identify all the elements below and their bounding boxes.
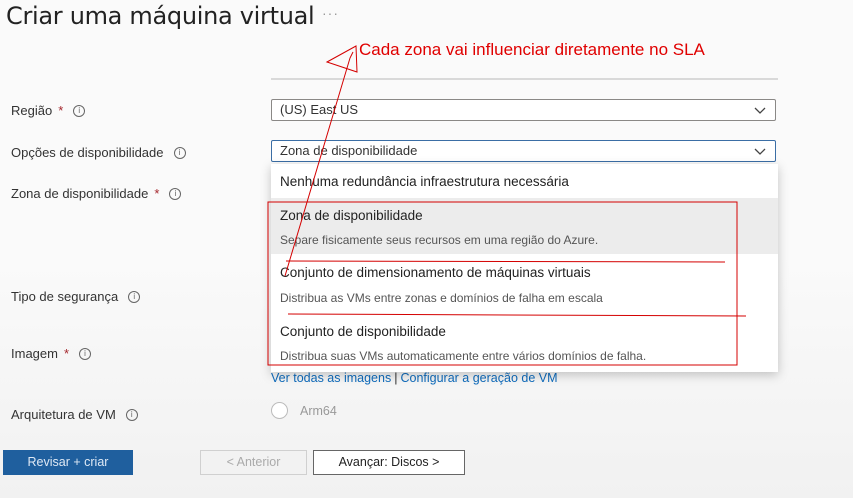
arm64-label: Arm64 bbox=[300, 404, 337, 418]
required-marker: * bbox=[63, 346, 70, 361]
field-label-zona: Zona de disponibilidade * i bbox=[11, 186, 182, 201]
info-icon[interactable]: i bbox=[73, 104, 86, 117]
required-marker: * bbox=[154, 186, 160, 201]
arrow-head bbox=[325, 45, 358, 73]
review-create-button[interactable]: Revisar + criar bbox=[3, 450, 133, 475]
info-icon[interactable]: i bbox=[173, 146, 186, 159]
chevron-down-icon bbox=[754, 107, 766, 114]
page-title: Criar uma máquina virtual bbox=[6, 2, 315, 30]
see-all-images-link[interactable]: Ver todas as imagens bbox=[271, 371, 391, 385]
info-icon[interactable]: i bbox=[125, 408, 138, 421]
link-separator: | bbox=[394, 371, 398, 385]
previous-button[interactable]: < Anterior bbox=[200, 450, 307, 475]
arm64-radio[interactable] bbox=[271, 402, 288, 419]
field-label-arquitetura: Arquitetura de VM i bbox=[11, 407, 138, 422]
section-divider bbox=[271, 78, 778, 80]
required-marker: * bbox=[58, 103, 64, 118]
dropdown-option-no-redundancy[interactable]: Nenhuma redundância infraestrutura neces… bbox=[271, 164, 778, 198]
more-options-icon[interactable]: ··· bbox=[322, 5, 339, 21]
field-label-regiao: Região * i bbox=[11, 103, 86, 118]
dropdown-option-availability-zone[interactable]: Zona de disponibilidade Separe fisicamen… bbox=[271, 198, 778, 254]
field-label-tipo-seguranca: Tipo de segurança i bbox=[11, 289, 141, 304]
info-icon[interactable]: i bbox=[79, 347, 92, 360]
region-select[interactable]: (US) East US bbox=[271, 99, 776, 121]
dropdown-option-vm-scale-set[interactable]: Conjunto de dimensionamento de máquinas … bbox=[271, 254, 778, 312]
availability-options-dropdown: Nenhuma redundância infraestrutura neces… bbox=[271, 164, 778, 372]
info-icon[interactable]: i bbox=[128, 290, 141, 303]
info-icon[interactable]: i bbox=[169, 187, 182, 200]
field-label-imagem: Imagem * i bbox=[11, 346, 92, 361]
annotation-text: Cada zona vai influenciar diretamente no… bbox=[359, 40, 705, 59]
configure-vm-generation-link[interactable]: Configurar a geração de VM bbox=[400, 371, 557, 385]
dropdown-option-availability-set[interactable]: Conjunto de disponibilidade Distribua su… bbox=[271, 312, 778, 372]
image-links: Ver todas as imagens | Configurar a geraçã… bbox=[271, 371, 558, 385]
field-label-opcoes: Opções de disponibilidade i bbox=[11, 145, 186, 160]
availability-options-select[interactable]: Zona de disponibilidade bbox=[271, 140, 776, 162]
chevron-down-icon bbox=[754, 148, 766, 155]
next-disks-button[interactable]: Avançar: Discos > bbox=[313, 450, 465, 475]
